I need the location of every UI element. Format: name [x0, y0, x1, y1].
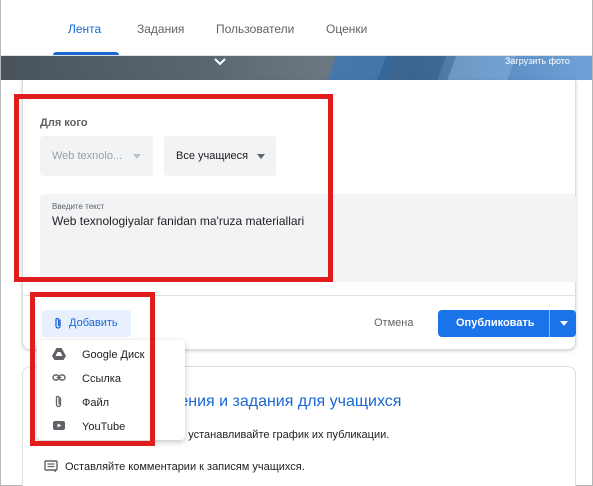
tab-grades[interactable]: Оценки	[326, 22, 367, 36]
cancel-button[interactable]: Отмена	[374, 317, 413, 329]
tab-feed[interactable]: Лента	[68, 22, 101, 36]
tab-users[interactable]: Пользователи	[216, 22, 294, 36]
comment-icon	[44, 460, 58, 473]
active-tab-indicator	[53, 52, 119, 55]
publish-button-label: Опубликовать	[456, 317, 535, 329]
class-banner	[1, 56, 592, 80]
annotation-highlight-composer	[14, 94, 333, 282]
annotation-highlight-add-menu	[30, 292, 155, 446]
tab-assignments[interactable]: Задания	[137, 22, 184, 36]
publish-button[interactable]: Опубликовать	[438, 310, 576, 337]
info-card-comment-text: Оставляйте комментарии к записям учащихс…	[65, 461, 305, 473]
publish-button-separator	[549, 310, 550, 337]
upload-photo-link[interactable]: Загрузить фото	[505, 56, 570, 66]
top-navigation: Лента Задания Пользователи Оценки	[1, 0, 592, 56]
info-card-text: я и устанавливайте график их публикации.	[170, 429, 390, 441]
info-card-title: ления и задания для учащихся	[170, 393, 402, 410]
chevron-down-icon[interactable]	[212, 56, 228, 68]
publish-options-arrow-icon[interactable]	[560, 321, 568, 326]
banner-decoration	[373, 56, 449, 80]
